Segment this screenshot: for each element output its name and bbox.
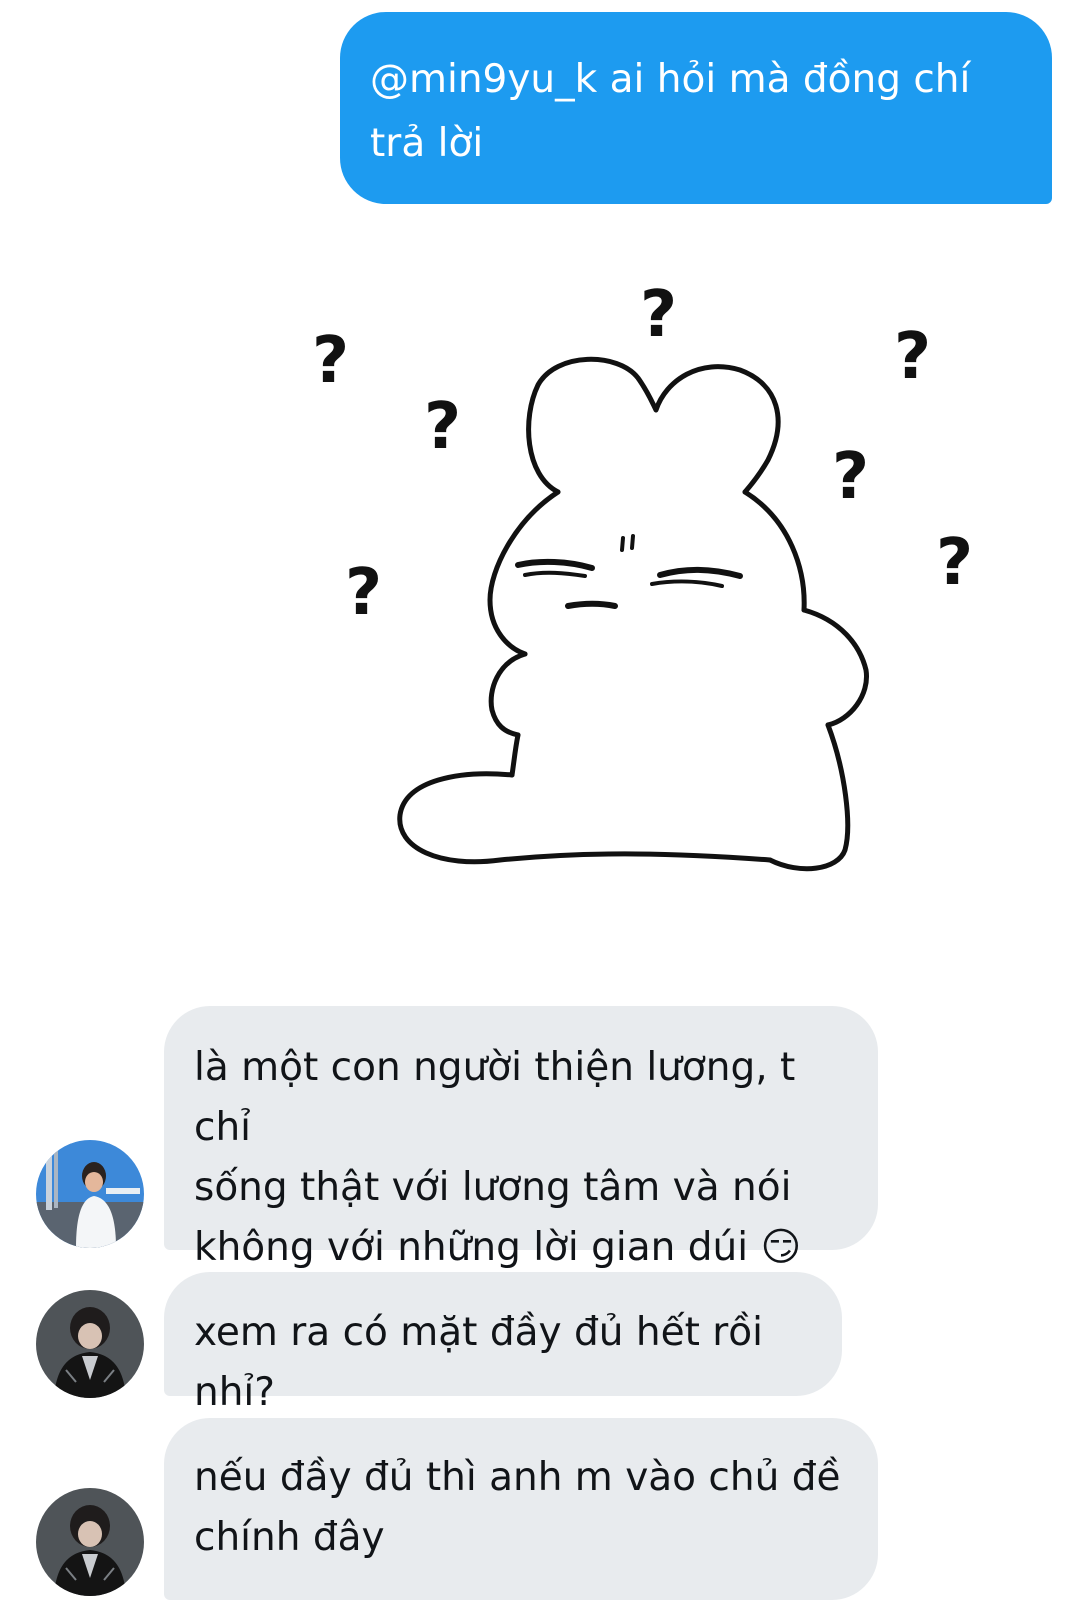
avatar-photo-black-jacket [36,1290,144,1398]
sender-avatar[interactable] [36,1488,144,1596]
sender-avatar[interactable] [36,1140,144,1248]
svg-text:?: ? [345,556,382,630]
incoming-message-text: nếu đầy đủ thì anh m vào chủ đề chính đâ… [194,1455,841,1560]
svg-text:?: ? [894,320,931,394]
incoming-message-bubble[interactable]: là một con người thiện lương, t chỉ sống… [164,1006,878,1270]
confused-bunny-sticker[interactable]: ? ? ? ? ? ? ? [300,270,1020,930]
incoming-message-bubble[interactable]: nếu đầy đủ thì anh m vào chủ đề chính đâ… [164,1418,878,1600]
svg-text:?: ? [936,526,973,600]
incoming-message-text: xem ra có mặt đầy đủ hết rồi nhỉ? [194,1310,764,1415]
outgoing-message-text: @min9yu_k ai hỏi mà đồng chí trả lời [370,57,971,166]
outgoing-message-bubble[interactable]: @min9yu_k ai hỏi mà đồng chí trả lời [340,12,1052,204]
svg-text:?: ? [424,390,461,464]
svg-text:?: ? [832,440,869,514]
svg-text:?: ? [640,278,677,352]
sender-avatar[interactable] [36,1290,144,1398]
svg-text:?: ? [312,324,349,398]
bunny-sticker-icon: ? ? ? ? ? ? ? [312,278,973,872]
incoming-message-text: là một con người thiện lương, t chỉ sống… [194,1045,802,1270]
avatar-photo-blue-sky [36,1140,144,1248]
incoming-message-bubble[interactable]: xem ra có mặt đầy đủ hết rồi nhỉ? [164,1272,842,1415]
avatar-photo-black-jacket [36,1488,144,1596]
